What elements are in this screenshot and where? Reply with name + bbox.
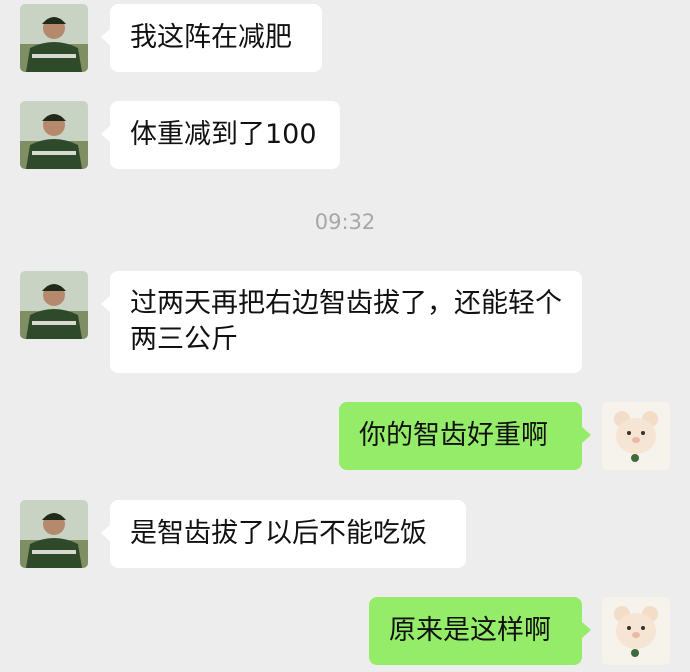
user-avatar[interactable]	[602, 402, 670, 470]
contact-avatar[interactable]	[20, 4, 88, 72]
outgoing-message-bubble[interactable]: 原来是这样啊	[369, 597, 591, 665]
soldier-avatar-icon	[20, 4, 88, 72]
message-text: 原来是这样啊	[389, 615, 551, 646]
soldier-avatar-icon	[20, 271, 88, 339]
message-timestamp: 09:32	[314, 210, 376, 234]
incoming-message-bubble[interactable]: 我这阵在减肥	[101, 4, 322, 72]
soldier-avatar-icon	[20, 101, 88, 169]
contact-avatar[interactable]	[20, 271, 88, 339]
message-text: 你的智齿好重啊	[359, 420, 548, 451]
soldier-avatar-icon	[20, 500, 88, 568]
message-text: 是智齿拔了以后不能吃饭	[130, 518, 427, 549]
user-avatar[interactable]	[602, 597, 670, 665]
contact-avatar[interactable]	[20, 101, 88, 169]
bear-avatar-icon	[602, 402, 670, 470]
incoming-message-bubble[interactable]: 过两天再把右边智齿拔了，还能轻个两三公斤	[101, 271, 582, 373]
message-text: 体重减到了100	[130, 119, 317, 150]
incoming-message-bubble[interactable]: 体重减到了100	[101, 101, 340, 169]
bear-avatar-icon	[602, 597, 670, 665]
incoming-message-bubble[interactable]: 是智齿拔了以后不能吃饭	[101, 500, 466, 568]
message-text: 过两天再把右边智齿拔了，还能轻个两三公斤	[130, 288, 562, 355]
chat-conversation: 我这阵在减肥 体重减到了100 09:32 过两天再把右边智齿拔了，还能轻个两三…	[0, 0, 690, 672]
contact-avatar[interactable]	[20, 500, 88, 568]
outgoing-message-bubble[interactable]: 你的智齿好重啊	[339, 402, 591, 470]
message-text: 我这阵在减肥	[130, 22, 292, 53]
